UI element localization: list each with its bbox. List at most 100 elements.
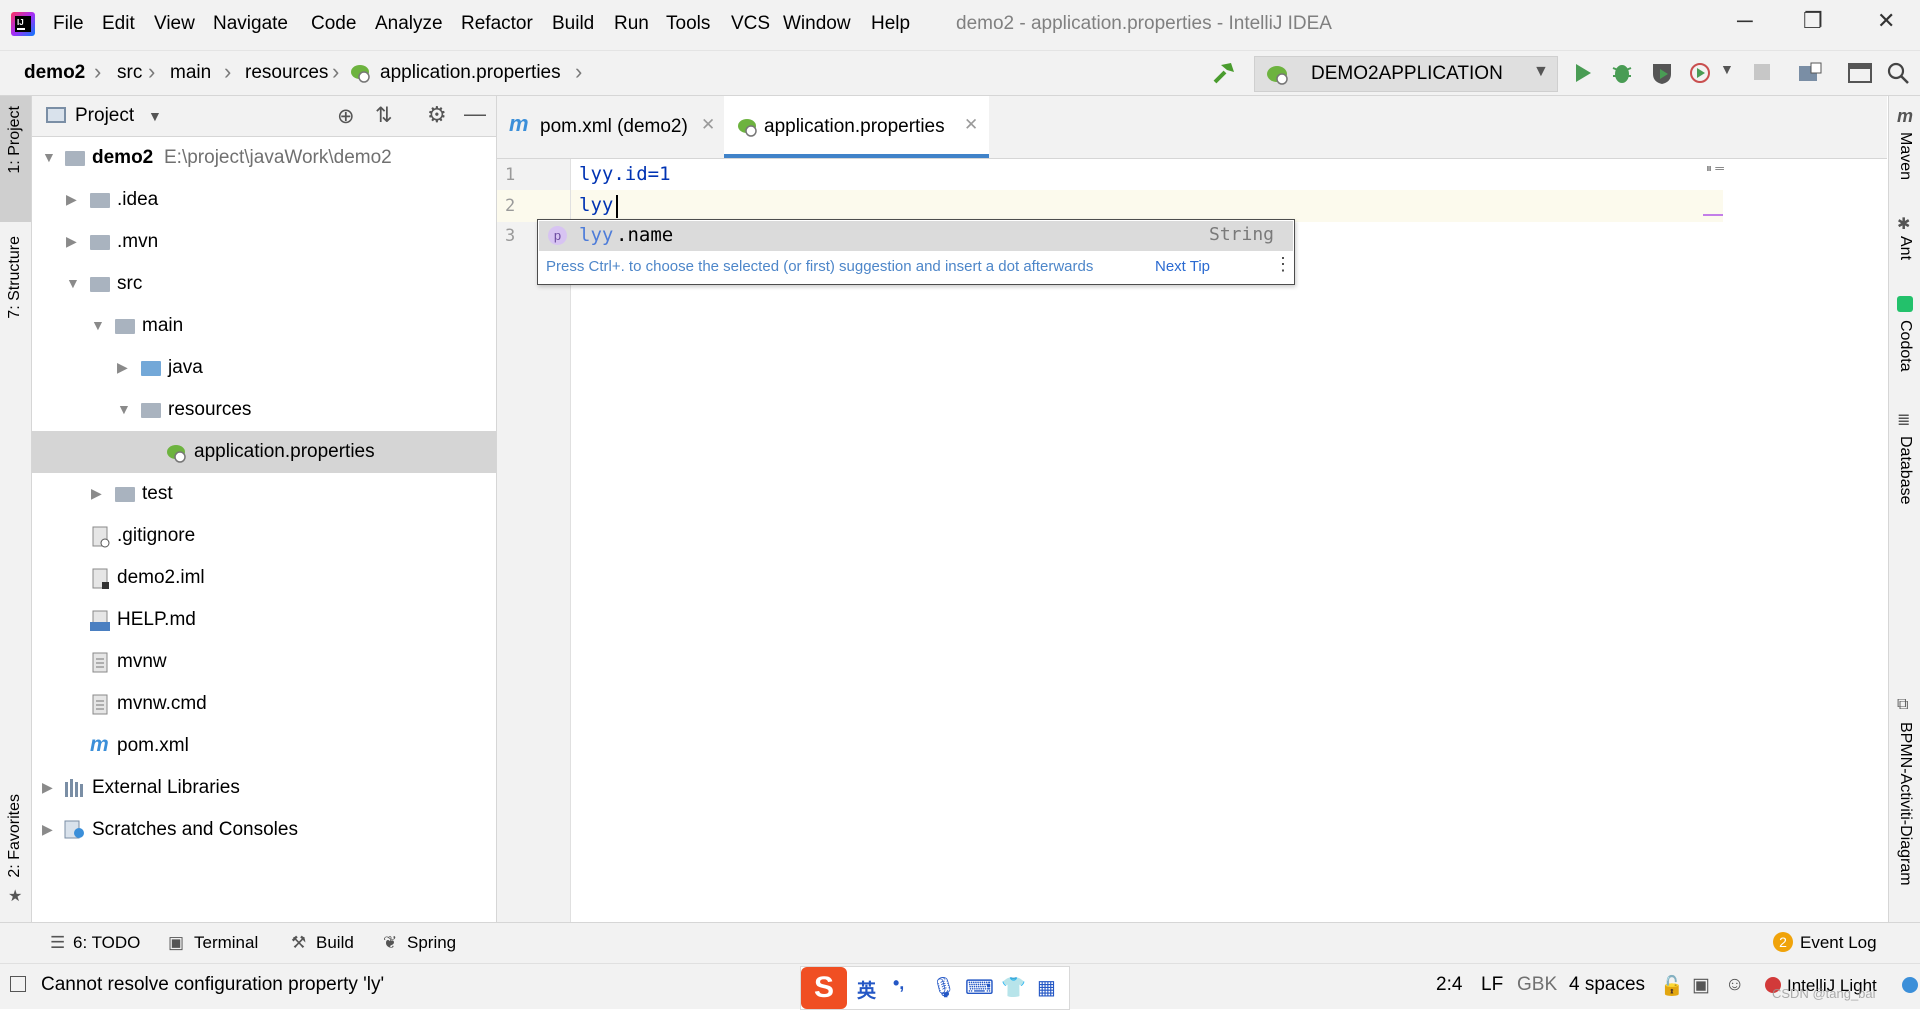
microphone-icon[interactable]: 🎙	[931, 975, 956, 1000]
bpmn-tool-tab[interactable]: BPMN-Activiti-Diagram	[1896, 722, 1914, 886]
keyboard-icon[interactable]: ⌨	[965, 975, 994, 1000]
menu-refactor[interactable]: Refactor	[461, 13, 533, 35]
debug-icon[interactable]	[1610, 60, 1634, 92]
database-tool-tab[interactable]: Database	[1896, 436, 1914, 505]
menu-run[interactable]: Run	[614, 13, 649, 35]
codota-tool-tab[interactable]: Codota	[1896, 320, 1914, 372]
favorites-tool-tab[interactable]: 2: Favorites	[6, 794, 24, 878]
close-button[interactable]: ✕	[1877, 8, 1895, 34]
breadcrumb-main[interactable]: main	[170, 62, 211, 84]
tab-pom-xml[interactable]: m pom.xml (demo2) ✕	[497, 96, 723, 158]
todo-tool-tab[interactable]: 6: TODO	[73, 933, 140, 953]
menu-code[interactable]: Code	[311, 13, 356, 35]
run-configuration-selector[interactable]: DEMO2APPLICATION ▼	[1254, 56, 1558, 92]
next-tip-link[interactable]: Next Tip	[1155, 258, 1210, 275]
run-icon[interactable]	[1572, 61, 1594, 91]
chevron-down-icon[interactable]: ▼	[66, 275, 80, 291]
ime-language-toggle[interactable]: 英	[857, 976, 876, 1003]
maven-tool-tab[interactable]: Maven	[1896, 132, 1914, 180]
menu-help[interactable]: Help	[871, 13, 910, 35]
restore-button[interactable]: ❐	[1803, 8, 1823, 34]
chevron-right-icon[interactable]: ▶	[42, 779, 53, 796]
run-with-coverage-icon[interactable]	[1649, 60, 1675, 92]
terminal-window-icon[interactable]	[1847, 61, 1873, 91]
project-view-title[interactable]: Project	[75, 105, 134, 127]
chevron-right-icon[interactable]: ▶	[42, 821, 53, 838]
tree-item-mvnw[interactable]: mvnw	[32, 641, 496, 683]
toolbox-icon[interactable]: ▦	[1037, 975, 1056, 1000]
collapse-all-icon[interactable]: ⇅	[375, 103, 393, 128]
close-icon[interactable]: ✕	[964, 115, 978, 135]
tree-item-test[interactable]: ▶ test	[32, 473, 496, 515]
menu-vcs[interactable]: VCS	[731, 13, 770, 35]
chevron-down-icon[interactable]: ▼	[117, 401, 131, 417]
build-hammer-icon[interactable]	[1211, 60, 1237, 92]
tree-item-scratches[interactable]: ▶ Scratches and Consoles	[32, 809, 496, 851]
line-separator[interactable]: LF	[1481, 974, 1503, 996]
more-options-icon[interactable]: ⋮	[1274, 254, 1292, 275]
tab-application-properties[interactable]: application.properties ✕	[724, 96, 989, 158]
skin-icon[interactable]: 👕	[1001, 975, 1026, 1000]
caret-position[interactable]: 2:4	[1436, 974, 1462, 996]
project-view-dropdown-icon[interactable]: ▼	[148, 108, 162, 124]
inspection-widget-icon[interactable]: ⏸ ═	[1706, 161, 1724, 176]
inspector-icon[interactable]: ☺	[1725, 974, 1744, 996]
build-tool-tab[interactable]: Build	[316, 933, 354, 953]
chevron-down-icon[interactable]: ▼	[91, 317, 105, 333]
tree-item-src[interactable]: ▼ src	[32, 263, 496, 305]
lock-icon[interactable]: 🔓	[1660, 974, 1684, 998]
breadcrumb-demo2[interactable]: demo2	[24, 62, 85, 84]
menu-view[interactable]: View	[154, 13, 195, 35]
menu-navigate[interactable]: Navigate	[213, 13, 288, 35]
gear-icon[interactable]: ⚙	[427, 102, 447, 128]
minimize-button[interactable]: ─	[1737, 8, 1753, 34]
menu-analyze[interactable]: Analyze	[375, 13, 443, 35]
breadcrumb-file[interactable]: application.properties	[380, 62, 561, 84]
menu-file[interactable]: File	[53, 13, 84, 35]
terminal-tool-tab[interactable]: Terminal	[194, 933, 258, 953]
menu-edit[interactable]: Edit	[102, 13, 135, 35]
tree-item-idea[interactable]: ▶ .idea	[32, 179, 496, 221]
indent-setting[interactable]: 4 spaces	[1569, 974, 1645, 996]
tree-item-java[interactable]: ▶ java	[32, 347, 496, 389]
tree-item-main[interactable]: ▼ main	[32, 305, 496, 347]
chevron-right-icon[interactable]: ▶	[91, 485, 102, 502]
locate-file-icon[interactable]: ⊕	[337, 104, 355, 129]
tree-item-application-properties[interactable]: application.properties	[32, 431, 496, 473]
tree-item-resources[interactable]: ▼ resources	[32, 389, 496, 431]
breadcrumb-src[interactable]: src	[117, 62, 142, 84]
tree-item-external-libraries[interactable]: ▶ External Libraries	[32, 767, 496, 809]
menu-window[interactable]: Window	[783, 13, 851, 35]
chevron-right-icon[interactable]: ▶	[66, 233, 77, 250]
ant-tool-tab[interactable]: Ant	[1896, 236, 1914, 260]
tree-item-pom-xml[interactable]: m pom.xml	[32, 725, 496, 767]
menu-tools[interactable]: Tools	[666, 13, 710, 35]
chevron-right-icon[interactable]: ▶	[66, 191, 77, 208]
search-icon[interactable]	[1886, 61, 1910, 91]
close-icon[interactable]: ✕	[701, 115, 715, 135]
terminal-status-icon[interactable]: ▣	[1692, 974, 1710, 997]
tree-item-help-md[interactable]: HELP.md	[32, 599, 496, 641]
tree-item-mvnw-cmd[interactable]: mvnw.cmd	[32, 683, 496, 725]
toggle-tool-windows-icon[interactable]	[10, 976, 26, 992]
notification-icon[interactable]	[1902, 977, 1918, 993]
breadcrumb-resources[interactable]: resources	[245, 62, 328, 84]
structure-tool-tab[interactable]: 7: Structure	[6, 236, 24, 319]
tree-item-demo2[interactable]: ▼ demo2 E:\project\javaWork\demo2	[32, 137, 496, 179]
profile-dropdown-icon[interactable]: ▼	[1720, 61, 1734, 77]
tree-item-mvn[interactable]: ▶ .mvn	[32, 221, 496, 263]
stop-icon[interactable]	[1752, 62, 1772, 88]
spring-tool-tab[interactable]: Spring	[407, 933, 456, 953]
tree-item-demo2-iml[interactable]: demo2.iml	[32, 557, 496, 599]
menu-build[interactable]: Build	[552, 13, 594, 35]
profile-icon[interactable]	[1688, 60, 1714, 92]
ime-punctuation-toggle[interactable]: •,	[893, 973, 904, 994]
project-structure-icon[interactable]	[1797, 61, 1823, 91]
hide-panel-icon[interactable]: —	[464, 101, 486, 127]
event-log-tool-tab[interactable]: Event Log	[1800, 933, 1877, 953]
tree-item-gitignore[interactable]: .gitignore	[32, 515, 496, 557]
project-tool-tab[interactable]: 1: Project	[6, 106, 24, 174]
completion-item-selected[interactable]: p lyy .name String	[539, 221, 1293, 251]
file-encoding[interactable]: GBK	[1517, 974, 1557, 996]
chevron-down-icon[interactable]: ▼	[42, 149, 56, 165]
